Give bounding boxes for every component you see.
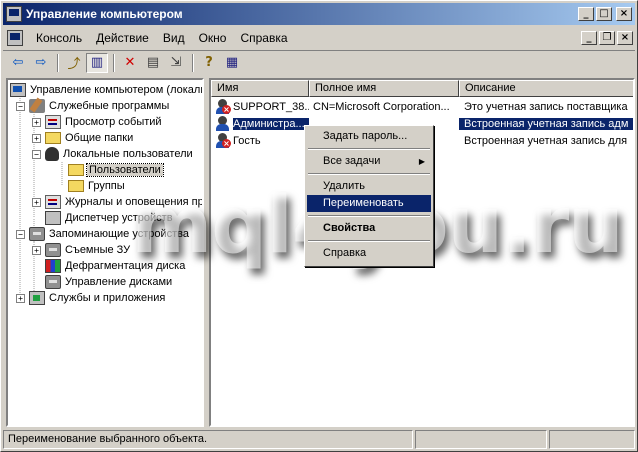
properties-icon[interactable]: ▤ xyxy=(142,53,164,73)
folder-icon xyxy=(68,180,84,192)
up-folder-icon[interactable]: ⤴ xyxy=(63,53,85,73)
tools-icon xyxy=(29,99,45,113)
ctx-rename[interactable]: Переименовать xyxy=(307,195,431,212)
ctx-set-password[interactable]: Задать пароль... xyxy=(307,128,431,145)
collapse-toggle[interactable]: − xyxy=(16,101,25,111)
disabled-user-icon: × xyxy=(215,133,231,148)
user-icon xyxy=(215,116,231,131)
ctx-separator xyxy=(308,148,430,150)
title-bar[interactable]: Управление компьютером _ □ × xyxy=(3,3,635,25)
column-header-description[interactable]: Описание xyxy=(459,80,633,97)
device-manager-icon xyxy=(45,211,61,225)
context-menu: Задать пароль... Все задачи ▶ Удалить Пе… xyxy=(304,125,434,267)
ctx-separator xyxy=(308,215,430,217)
services-icon xyxy=(29,291,45,305)
maximize-button[interactable]: □ xyxy=(596,7,612,21)
event-viewer-icon xyxy=(45,115,61,129)
child-close-button[interactable]: × xyxy=(617,31,633,45)
user-row-support[interactable]: × SUPPORT_38... CN=Microsoft Corporation… xyxy=(211,98,633,115)
export-list-icon[interactable]: ⇲ xyxy=(165,53,187,73)
status-pane-2 xyxy=(415,430,547,449)
tree-item-users[interactable]: Пользователи xyxy=(68,162,164,178)
tree-item-computer-management[interactable]: Управление компьютером (локаль xyxy=(10,82,202,98)
expand-toggle[interactable]: + xyxy=(32,117,41,127)
ctx-properties[interactable]: Свойства xyxy=(307,220,431,237)
toolbar-separator xyxy=(113,53,115,72)
tree-item-groups[interactable]: Группы xyxy=(68,178,126,194)
ctx-help[interactable]: Справка xyxy=(307,245,431,262)
submenu-arrow-icon: ▶ xyxy=(418,157,425,166)
expand-toggle[interactable]: + xyxy=(32,197,41,207)
ctx-separator xyxy=(308,240,430,242)
defrag-icon xyxy=(45,259,61,273)
status-text: Переименование выбранного объекта. xyxy=(3,430,413,449)
toolbar-separator xyxy=(192,53,194,72)
menu-bar: Консоль Действие Вид Окно Справка _ ❐ × xyxy=(3,27,635,49)
help-icon[interactable]: ? xyxy=(198,53,220,73)
folder-icon xyxy=(68,164,84,176)
list-header: Имя Полное имя Описание xyxy=(211,80,633,97)
back-arrow-icon[interactable]: ⇦ xyxy=(7,53,29,73)
console-menu-icon[interactable] xyxy=(7,30,23,46)
toolbar-separator xyxy=(57,53,59,72)
tree-item-shared-folders[interactable]: + Общие папки xyxy=(32,130,134,146)
mmc-window: Управление компьютером _ □ × Консоль Дей… xyxy=(0,0,638,452)
status-pane-3 xyxy=(549,430,635,449)
local-users-icon xyxy=(45,147,59,161)
tree-item-services-apps[interactable]: + Службы и приложения xyxy=(16,290,166,306)
show-tree-icon[interactable]: ▥ xyxy=(86,52,108,73)
child-window-controls: _ ❐ × xyxy=(579,31,633,45)
toolbar: ⇦ ⇨ ⤴ ▥ ✕ ▤ ⇲ ? ▦ xyxy=(3,50,635,74)
tree-item-disk-management[interactable]: Управление дисками xyxy=(45,274,173,290)
logs-icon xyxy=(45,195,61,209)
menu-console[interactable]: Консоль xyxy=(29,31,89,45)
storage-icon xyxy=(29,227,45,241)
tree-item-event-viewer[interactable]: + Просмотр событий xyxy=(32,114,163,130)
shared-folder-icon xyxy=(45,132,61,144)
ctx-separator xyxy=(308,173,430,175)
tree-item-removable-storage[interactable]: + Съемные ЗУ xyxy=(32,242,131,258)
expand-toggle[interactable]: + xyxy=(16,293,25,303)
tree-item-system-tools[interactable]: − Служебные программы xyxy=(16,98,170,114)
collapse-toggle[interactable]: − xyxy=(16,229,25,239)
column-header-full-name[interactable]: Полное имя xyxy=(309,80,459,97)
menu-action[interactable]: Действие xyxy=(89,31,156,45)
computer-icon xyxy=(10,83,26,97)
child-restore-button[interactable]: ❐ xyxy=(599,31,615,45)
expand-toggle[interactable]: + xyxy=(32,245,41,255)
menu-window[interactable]: Окно xyxy=(192,31,234,45)
close-button[interactable]: × xyxy=(616,7,632,21)
tree-item-local-users[interactable]: − Локальные пользователи xyxy=(32,146,194,162)
console-view-icon[interactable]: ▦ xyxy=(221,53,243,73)
menu-view[interactable]: Вид xyxy=(156,31,192,45)
removable-storage-icon xyxy=(45,243,61,257)
expand-toggle[interactable]: + xyxy=(32,133,41,143)
menu-help[interactable]: Справка xyxy=(233,31,294,45)
ctx-all-tasks[interactable]: Все задачи ▶ xyxy=(307,153,431,170)
minimize-button[interactable]: _ xyxy=(578,7,594,21)
status-bar: Переименование выбранного объекта. xyxy=(3,430,635,450)
disabled-user-icon: × xyxy=(215,99,231,114)
ctx-delete[interactable]: Удалить xyxy=(307,178,431,195)
delete-icon[interactable]: ✕ xyxy=(119,53,141,73)
child-minimize-button[interactable]: _ xyxy=(581,31,597,45)
collapse-toggle[interactable]: − xyxy=(32,149,41,159)
column-header-name[interactable]: Имя xyxy=(211,80,309,97)
computer-management-icon xyxy=(6,6,22,22)
window-title: Управление компьютером xyxy=(26,7,183,21)
disk-management-icon xyxy=(45,275,61,289)
forward-arrow-icon[interactable]: ⇨ xyxy=(30,53,52,73)
